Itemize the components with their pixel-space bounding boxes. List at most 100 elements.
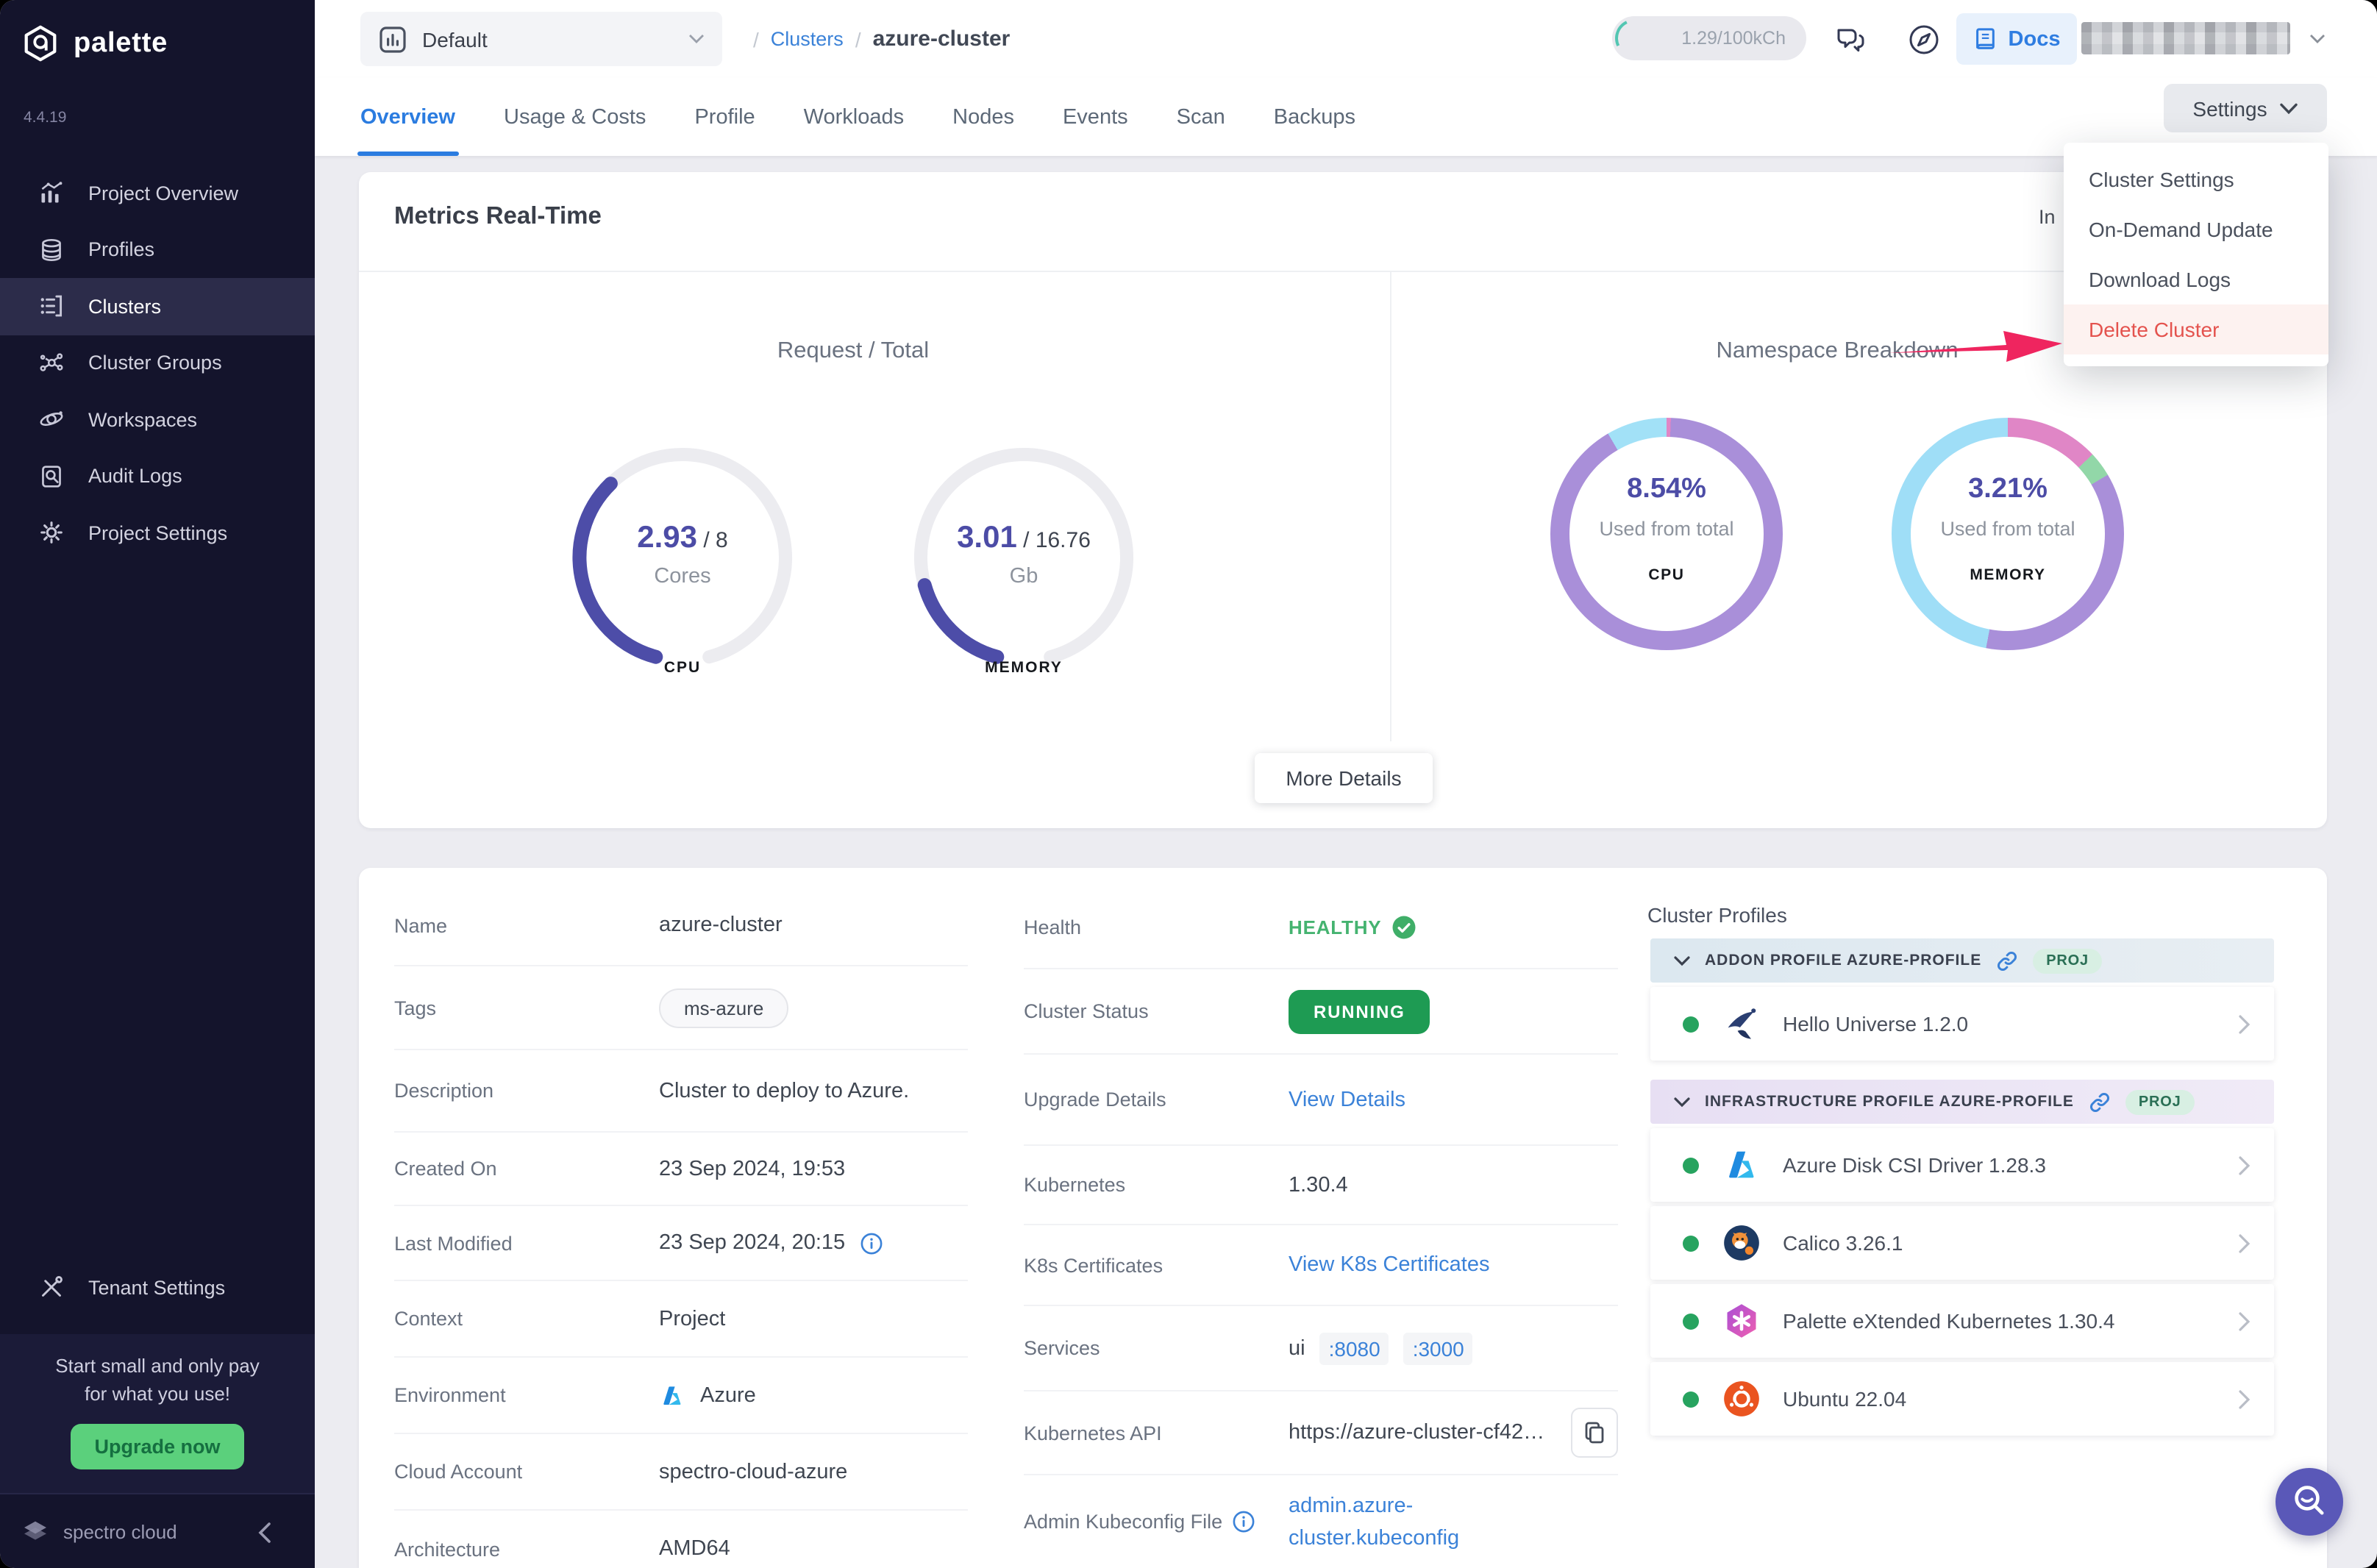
service-port-link[interactable]: :3000 xyxy=(1404,1332,1473,1364)
chevron-right-icon xyxy=(2239,1014,2251,1033)
sidebar-item-audit-logs[interactable]: Audit Logs xyxy=(0,448,315,505)
detail-label: Name xyxy=(394,914,659,936)
detail-value: azure-cluster xyxy=(659,913,968,937)
sidebar-item-clusters[interactable]: Clusters xyxy=(0,278,315,335)
profile-layer-name: Ubuntu 22.04 xyxy=(1783,1387,1906,1411)
link-view-k8s-certificates[interactable]: View K8s Certificates xyxy=(1289,1253,1489,1277)
project-chart-icon xyxy=(378,24,407,54)
profile-layer-hello-universe-1-2-0[interactable]: Hello Universe 1.2.0 xyxy=(1650,987,2274,1061)
sidebar-item-label: Tenant Settings xyxy=(88,1277,225,1299)
detail-label: Last Modified xyxy=(394,1232,659,1254)
tab-backups[interactable]: Backups xyxy=(1274,78,1355,156)
status-dot-green xyxy=(1683,1391,1699,1407)
metrics-title: Metrics Real-Time xyxy=(394,203,602,231)
profile-group-title: INFRASTRUCTURE PROFILE AZURE-PROFILE xyxy=(1705,1093,2074,1111)
tab-overview[interactable]: Overview xyxy=(360,78,455,156)
tools-icon xyxy=(38,1275,65,1301)
menu-item-on-demand-update[interactable]: On-Demand Update xyxy=(2064,204,2328,254)
profile-layer-azure-disk-csi-driver-1-28-3[interactable]: Azure Disk CSI Driver 1.28.3 xyxy=(1650,1128,2274,1202)
tab-nodes[interactable]: Nodes xyxy=(952,78,1014,156)
upgrade-now-button[interactable]: Upgrade now xyxy=(71,1424,244,1469)
gauge-caption: MEMORY xyxy=(899,659,1149,677)
sidebar-item-profiles[interactable]: Profiles xyxy=(0,221,315,278)
copy-button[interactable] xyxy=(1571,1408,1618,1458)
info-icon[interactable] xyxy=(1233,1511,1255,1533)
info-icon[interactable] xyxy=(860,1232,882,1254)
detail-label: Health xyxy=(1024,916,1289,938)
profile-layer-name: Palette eXtended Kubernetes 1.30.4 xyxy=(1783,1309,2114,1333)
menu-item-cluster-settings[interactable]: Cluster Settings xyxy=(2064,154,2328,204)
footer-brand: spectro cloud xyxy=(63,1520,177,1542)
detail-value: Project xyxy=(659,1307,968,1330)
namespace-breakdown-title: Namespace Breakdown xyxy=(1543,338,2131,365)
status-dot-green xyxy=(1683,1235,1699,1251)
detail-label: Architecture xyxy=(394,1538,659,1560)
search-assistant-fab[interactable] xyxy=(2276,1468,2343,1536)
kubeconfig-file-link[interactable]: admin.azure-cluster.kubeconfig xyxy=(1289,1489,1459,1554)
promo-text: Start small and only payfor what you use… xyxy=(0,1352,315,1408)
palette-logo[interactable]: palette xyxy=(0,0,315,63)
link-icon xyxy=(1996,949,2018,972)
sidebar-item-cluster-groups[interactable]: Cluster Groups xyxy=(0,335,315,391)
user-name-blurred[interactable] xyxy=(2081,22,2290,54)
pxk-icon xyxy=(1722,1302,1761,1340)
layers-icon xyxy=(38,237,65,263)
profile-layer-palette-extended-kubernetes-1-30-4[interactable]: Palette eXtended Kubernetes 1.30.4 xyxy=(1650,1284,2274,1358)
chevron-right-icon xyxy=(2239,1311,2251,1330)
sidebar-item-label: Project Settings xyxy=(88,522,227,544)
sidebar-nav: Project Overview Profiles Clusters Clust… xyxy=(0,165,315,561)
chevron-right-icon xyxy=(2239,1389,2251,1408)
topbar: Default / Clusters / azure-cluster 1.29/… xyxy=(315,0,2377,78)
orbit-icon xyxy=(38,407,65,433)
docs-button[interactable]: Docs xyxy=(1956,13,2077,65)
kubernetes-api-url: https://azure-cluster-cf42… xyxy=(1289,1421,1544,1444)
service-port-link[interactable]: :8080 xyxy=(1320,1332,1389,1364)
settings-label: Settings xyxy=(2192,96,2267,120)
gauge-cpu: 2.93 / 8 Cores CPU xyxy=(557,432,808,683)
chat-icon[interactable] xyxy=(1828,18,1872,62)
link-view-details[interactable]: View Details xyxy=(1289,1088,1405,1111)
settings-button[interactable]: Settings xyxy=(2164,84,2327,132)
detail-row-environment: Environment Azure xyxy=(394,1358,968,1434)
tab-events[interactable]: Events xyxy=(1063,78,1128,156)
donut-percent: 8.54% xyxy=(1550,474,1783,506)
menu-item-delete-cluster[interactable]: Delete Cluster xyxy=(2064,304,2328,354)
profile-layer-calico-3-26-1[interactable]: Calico 3.26.1 xyxy=(1650,1206,2274,1280)
detail-value: 1.30.4 xyxy=(1289,1173,1618,1197)
sidebar-footer: spectro cloud xyxy=(0,1493,315,1568)
project-selector[interactable]: Default xyxy=(360,12,722,66)
tab-workloads[interactable]: Workloads xyxy=(804,78,904,156)
chevron-right-icon xyxy=(2239,1233,2251,1252)
chevron-down-icon xyxy=(1674,955,1690,966)
gear-icon xyxy=(38,520,65,546)
sidebar-item-label: Audit Logs xyxy=(88,466,182,488)
user-menu-chevron-icon[interactable] xyxy=(2309,34,2326,44)
breadcrumb-clusters-link[interactable]: Clusters xyxy=(771,28,844,50)
sidebar-item-tenant-settings[interactable]: Tenant Settings xyxy=(0,1259,353,1316)
sidebar-item-workspaces[interactable]: Workspaces xyxy=(0,391,315,448)
collapse-sidebar-icon[interactable] xyxy=(257,1522,271,1543)
menu-item-download-logs[interactable]: Download Logs xyxy=(2064,254,2328,304)
sidebar-item-project-overview[interactable]: Project Overview xyxy=(0,165,315,221)
tab-usage-costs[interactable]: Usage & Costs xyxy=(504,78,646,156)
detail-label: Upgrade Details xyxy=(1024,1088,1289,1111)
compass-icon[interactable] xyxy=(1902,18,1946,62)
profile-group-header-addon-profile-azure-profile[interactable]: ADDON PROFILE AZURE-PROFILE PROJ xyxy=(1650,938,2274,983)
detail-value: 23 Sep 2024, 20:15 xyxy=(659,1231,968,1255)
tabs: Overview Usage & Costs Profile Workloads Nod… xyxy=(360,78,1355,156)
profile-layer-ubuntu-22-04[interactable]: Ubuntu 22.04 xyxy=(1650,1362,2274,1436)
ubuntu-icon xyxy=(1722,1380,1761,1418)
tab-scan[interactable]: Scan xyxy=(1177,78,1225,156)
tab-profile[interactable]: Profile xyxy=(694,78,755,156)
chevron-down-icon xyxy=(688,34,705,44)
tag-ms-azure[interactable]: ms-azure xyxy=(659,988,788,1027)
profile-group-header-infrastructure-profile-azure-profile[interactable]: INFRASTRUCTURE PROFILE AZURE-PROFILE PRO… xyxy=(1650,1080,2274,1124)
breadcrumb: / Clusters / azure-cluster xyxy=(753,0,1010,78)
donut-label: Used from total xyxy=(1550,518,1783,540)
more-details-button[interactable]: More Details xyxy=(1255,753,1433,803)
detail-value: Cluster to deploy to Azure. xyxy=(659,1079,968,1102)
detail-label: Services xyxy=(1024,1337,1289,1359)
divider xyxy=(1390,271,1391,741)
detail-row-created-on: Created On23 Sep 2024, 19:53 xyxy=(394,1133,968,1206)
sidebar-item-project-settings[interactable]: Project Settings xyxy=(0,505,315,561)
